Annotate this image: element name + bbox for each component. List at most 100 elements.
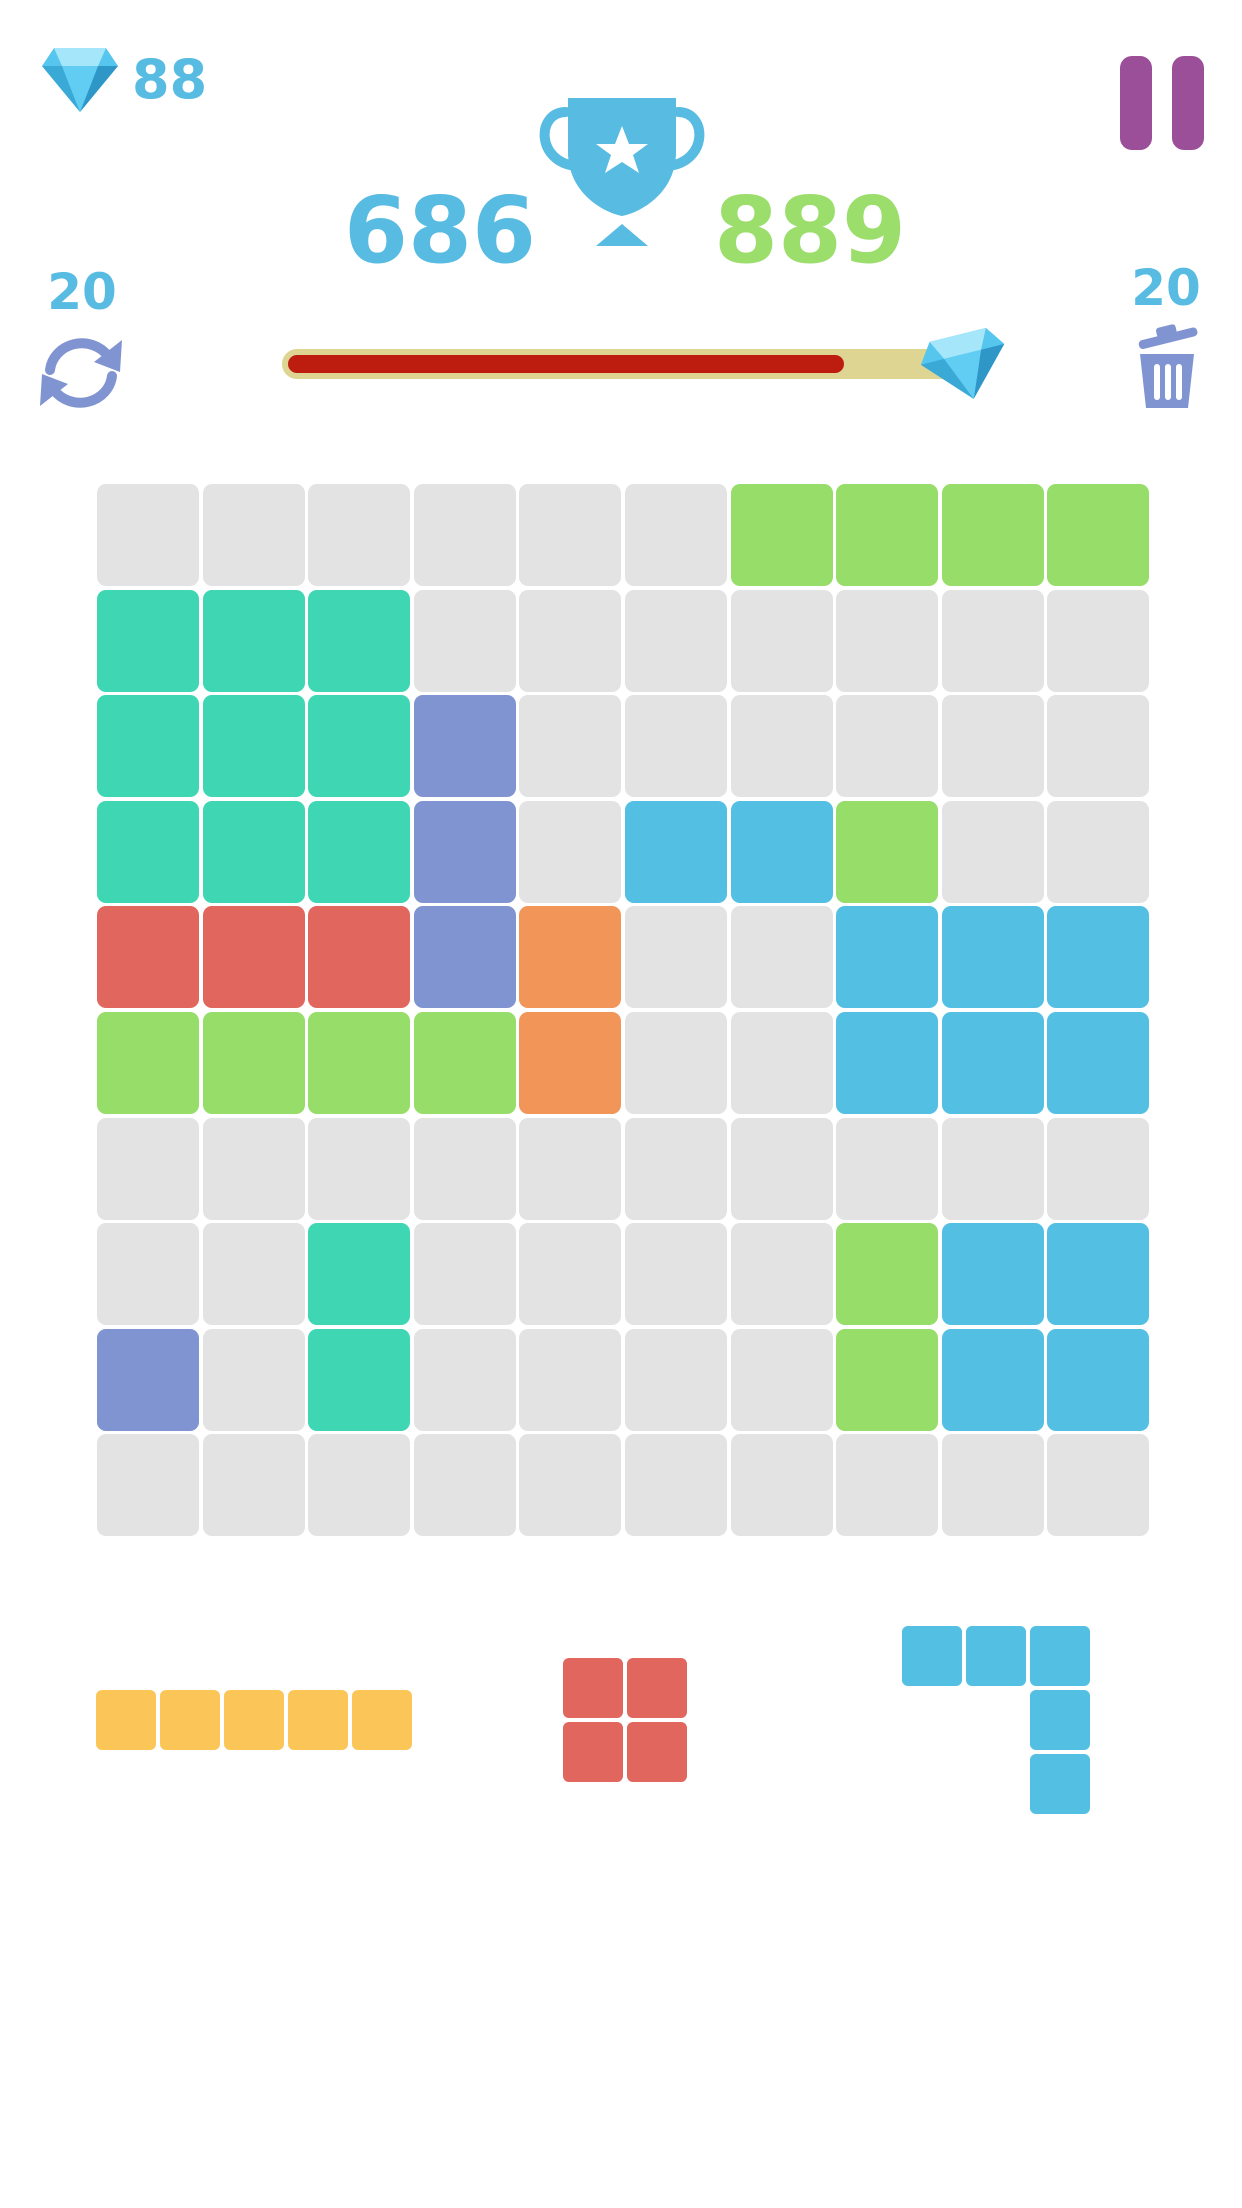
board-cell-filled[interactable] (941, 906, 1044, 1009)
board-cell-empty[interactable] (519, 1434, 622, 1537)
board-cell-empty[interactable] (413, 484, 516, 586)
board-cell-empty[interactable] (941, 589, 1044, 692)
board-cell-filled[interactable] (836, 1012, 939, 1114)
board-cell-filled[interactable] (202, 589, 305, 692)
board-cell-empty[interactable] (625, 1223, 727, 1326)
board-cell-empty[interactable] (413, 1117, 516, 1220)
board-cell-empty[interactable] (519, 1223, 622, 1326)
board-cell-filled[interactable] (836, 484, 939, 586)
board-cell-empty[interactable] (97, 1223, 199, 1326)
board-cell-empty[interactable] (730, 1328, 833, 1431)
board-cell-filled[interactable] (1047, 484, 1150, 586)
board-cell-empty[interactable] (730, 1117, 833, 1220)
board-cell-filled[interactable] (308, 1223, 411, 1326)
board-cell-empty[interactable] (941, 695, 1044, 798)
board-cell-empty[interactable] (413, 1223, 516, 1326)
board-cell-filled[interactable] (413, 800, 516, 903)
board-cell-empty[interactable] (519, 1328, 622, 1431)
game-board[interactable] (97, 484, 1153, 1540)
board-cell-empty[interactable] (836, 1434, 939, 1537)
board-cell-empty[interactable] (1047, 1117, 1150, 1220)
board-cell-filled[interactable] (97, 800, 199, 903)
pause-button[interactable] (1120, 56, 1204, 150)
board-cell-filled[interactable] (308, 695, 411, 798)
board-cell-filled[interactable] (413, 1012, 516, 1114)
board-cell-empty[interactable] (730, 589, 833, 692)
board-cell-empty[interactable] (519, 484, 622, 586)
board-cell-empty[interactable] (836, 1117, 939, 1220)
board-cell-empty[interactable] (1047, 1434, 1150, 1537)
board-cell-empty[interactable] (730, 1012, 833, 1114)
board-cell-empty[interactable] (625, 484, 727, 586)
board-cell-empty[interactable] (730, 1223, 833, 1326)
board-cell-filled[interactable] (202, 1012, 305, 1114)
board-cell-filled[interactable] (519, 906, 622, 1009)
board-cell-empty[interactable] (202, 1117, 305, 1220)
board-cell-empty[interactable] (413, 1328, 516, 1431)
board-cell-filled[interactable] (625, 800, 727, 903)
board-cell-filled[interactable] (941, 1223, 1044, 1326)
board-cell-empty[interactable] (625, 695, 727, 798)
board-cell-filled[interactable] (836, 1328, 939, 1431)
board-cell-filled[interactable] (730, 800, 833, 903)
board-cell-empty[interactable] (413, 1434, 516, 1537)
board-cell-filled[interactable] (1047, 906, 1150, 1009)
board-cell-filled[interactable] (836, 800, 939, 903)
board-cell-empty[interactable] (1047, 695, 1150, 798)
board-cell-empty[interactable] (519, 1117, 622, 1220)
board-cell-empty[interactable] (519, 800, 622, 903)
board-cell-empty[interactable] (202, 1223, 305, 1326)
board-cell-empty[interactable] (941, 800, 1044, 903)
board-cell-filled[interactable] (836, 1223, 939, 1326)
board-cell-filled[interactable] (308, 1328, 411, 1431)
board-cell-filled[interactable] (308, 906, 411, 1009)
board-cell-filled[interactable] (1047, 1328, 1150, 1431)
board-cell-empty[interactable] (941, 1434, 1044, 1537)
board-cell-empty[interactable] (202, 1328, 305, 1431)
board-cell-empty[interactable] (625, 1328, 727, 1431)
board-cell-filled[interactable] (941, 1328, 1044, 1431)
board-cell-filled[interactable] (836, 906, 939, 1009)
board-cell-filled[interactable] (97, 695, 199, 798)
board-cell-filled[interactable] (202, 695, 305, 798)
board-cell-empty[interactable] (625, 906, 727, 1009)
board-cell-empty[interactable] (625, 1434, 727, 1537)
board-cell-empty[interactable] (941, 1117, 1044, 1220)
board-cell-filled[interactable] (413, 695, 516, 798)
board-cell-empty[interactable] (97, 1434, 199, 1537)
board-cell-filled[interactable] (202, 906, 305, 1009)
board-cell-filled[interactable] (97, 1328, 199, 1431)
board-cell-empty[interactable] (308, 1117, 411, 1220)
board-cell-empty[interactable] (625, 589, 727, 692)
board-cell-filled[interactable] (941, 484, 1044, 586)
board-cell-empty[interactable] (836, 589, 939, 692)
board-cell-filled[interactable] (97, 589, 199, 692)
board-cell-empty[interactable] (202, 484, 305, 586)
board-cell-empty[interactable] (730, 1434, 833, 1537)
board-cell-filled[interactable] (308, 1012, 411, 1114)
board-cell-empty[interactable] (730, 906, 833, 1009)
trash-icon[interactable] (1132, 322, 1202, 410)
board-cell-empty[interactable] (625, 1117, 727, 1220)
board-cell-empty[interactable] (97, 484, 199, 586)
board-cell-filled[interactable] (308, 589, 411, 692)
board-cell-filled[interactable] (308, 800, 411, 903)
board-cell-empty[interactable] (519, 589, 622, 692)
board-cell-empty[interactable] (308, 484, 411, 586)
board-cell-filled[interactable] (1047, 1012, 1150, 1114)
board-cell-empty[interactable] (97, 1117, 199, 1220)
board-cell-empty[interactable] (1047, 589, 1150, 692)
board-cell-empty[interactable] (308, 1434, 411, 1537)
refresh-icon[interactable] (38, 332, 124, 414)
board-cell-filled[interactable] (97, 1012, 199, 1114)
board-cell-empty[interactable] (625, 1012, 727, 1114)
board-cell-filled[interactable] (413, 906, 516, 1009)
board-cell-empty[interactable] (519, 695, 622, 798)
board-cell-empty[interactable] (413, 589, 516, 692)
board-cell-filled[interactable] (202, 800, 305, 903)
board-cell-filled[interactable] (1047, 1223, 1150, 1326)
board-cell-filled[interactable] (730, 484, 833, 586)
board-cell-filled[interactable] (519, 1012, 622, 1114)
board-cell-empty[interactable] (202, 1434, 305, 1537)
board-cell-filled[interactable] (97, 906, 199, 1009)
